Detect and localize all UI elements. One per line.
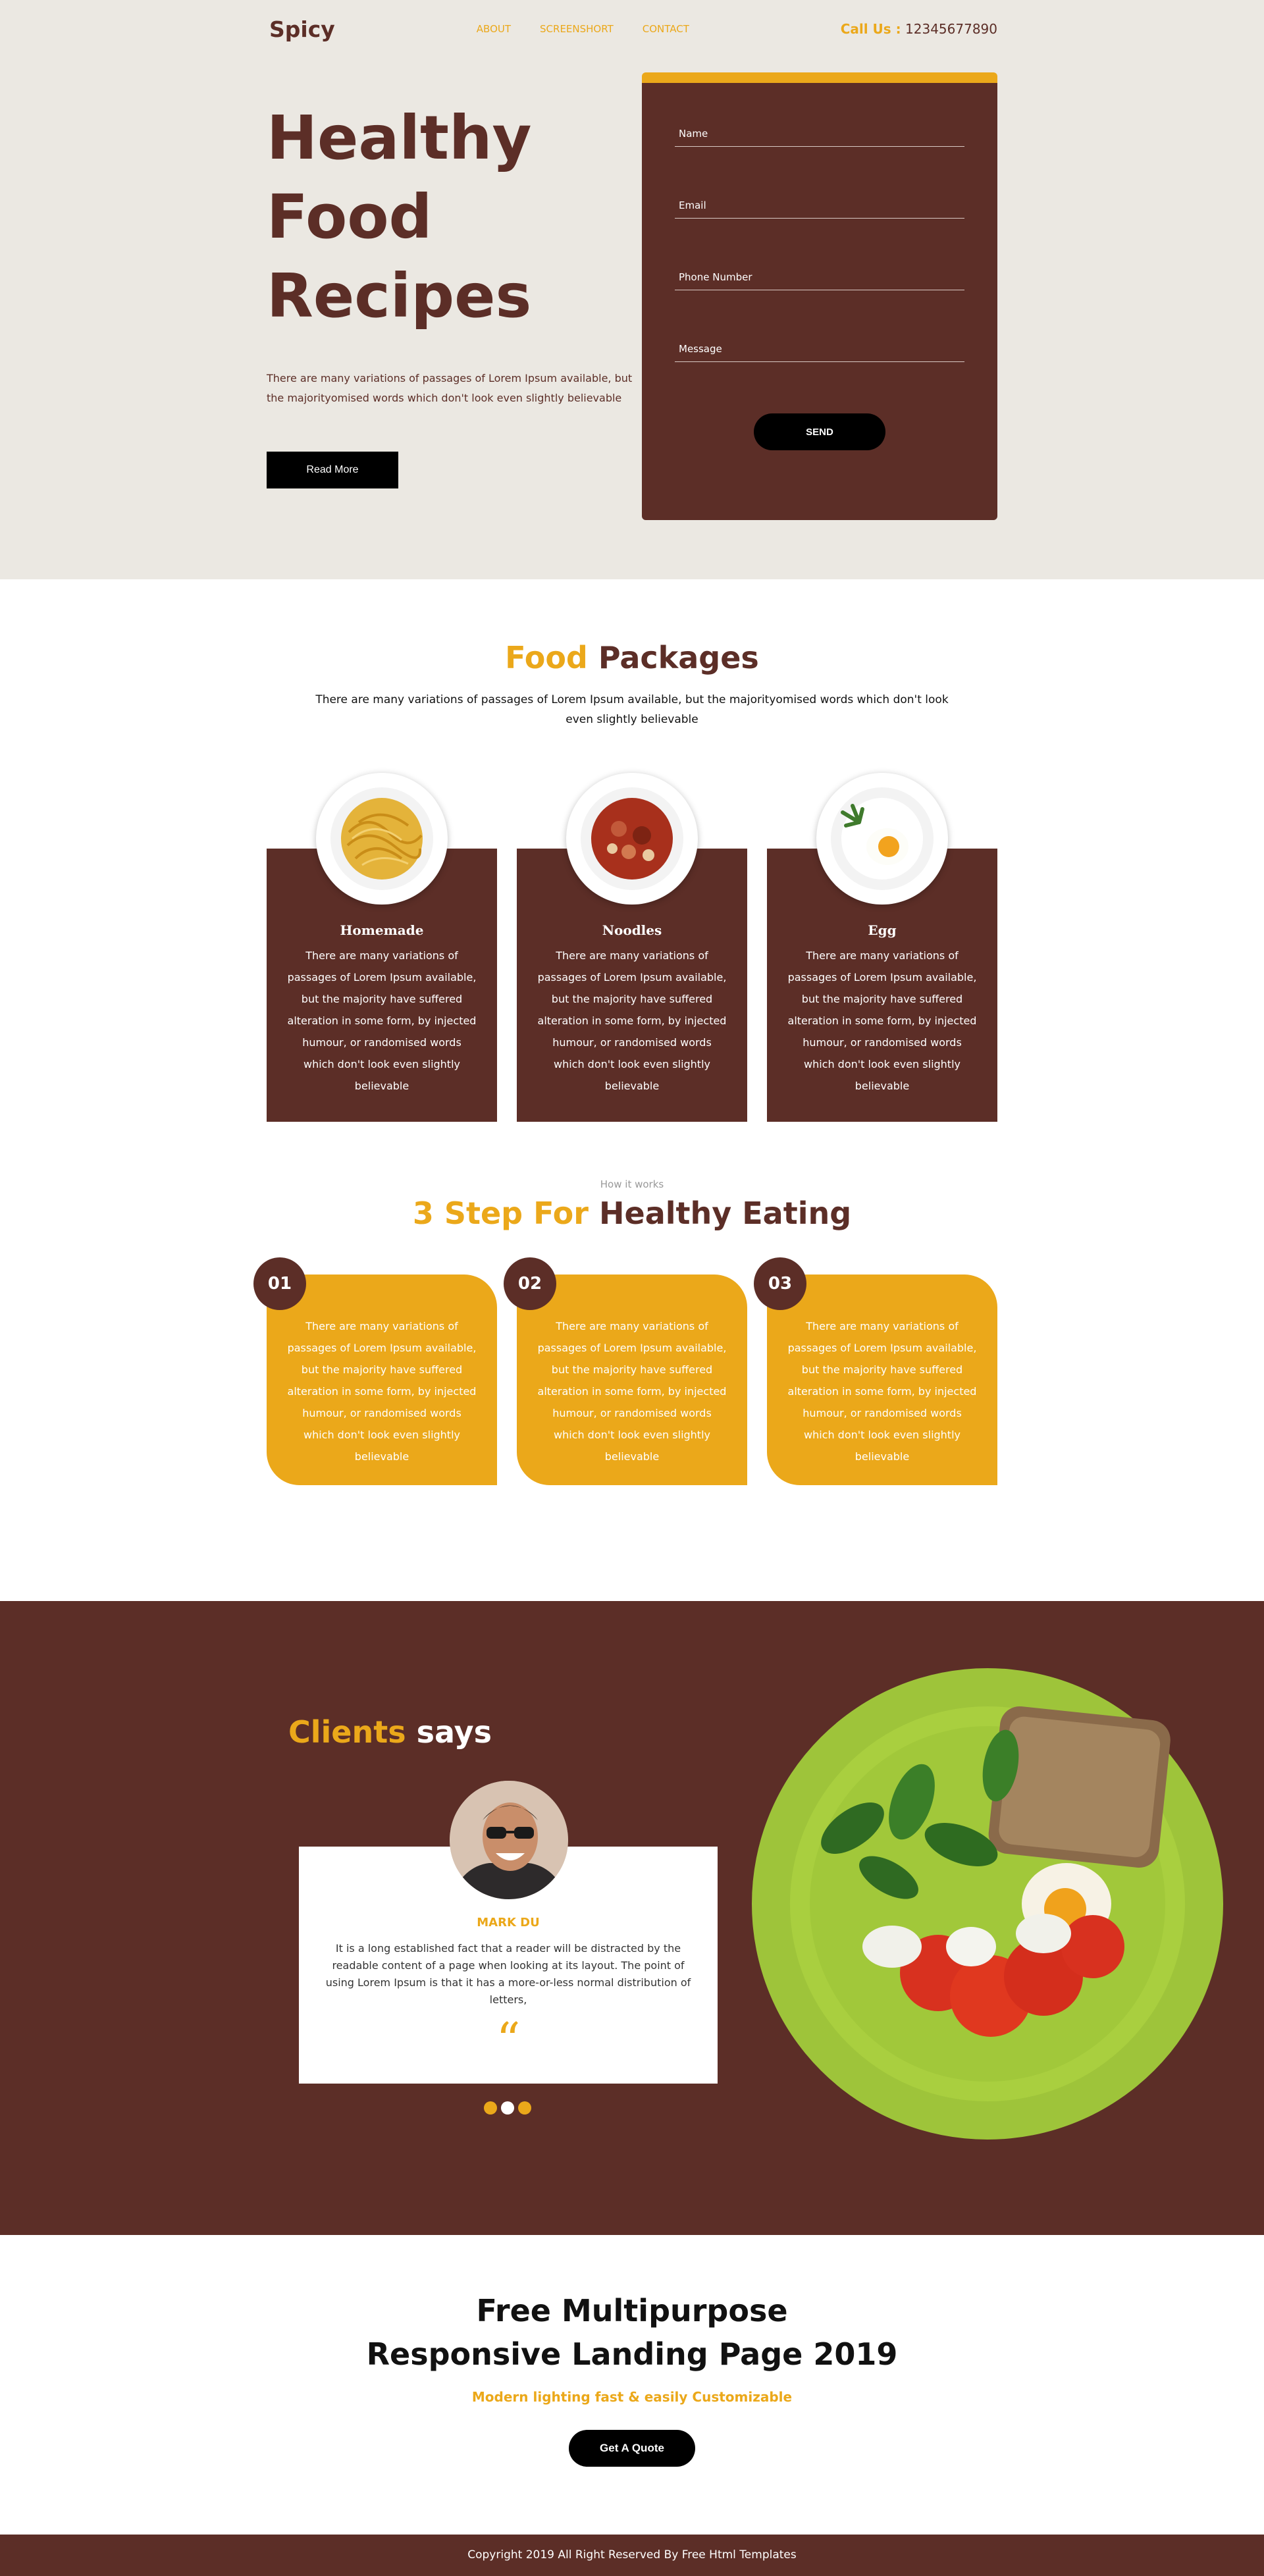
client-name: MARK DU [477, 1916, 540, 1930]
read-more-button[interactable]: Read More [267, 452, 398, 488]
step-card: 03 There are many variations of passages… [754, 1257, 997, 1485]
carousel-dot[interactable] [484, 2101, 497, 2115]
hero-title: Healthy Food Recipes [267, 99, 635, 336]
packages-subtitle: There are many variations of passages of… [315, 693, 949, 726]
hero-title-line: Healthy [267, 103, 532, 173]
package-name: Noodles [602, 922, 662, 938]
call-us: Call Us : 12345677890 [841, 21, 997, 37]
logo[interactable]: Spicy [269, 16, 335, 42]
salad-plate-image [752, 1668, 1223, 2140]
step-text: There are many variations of passages of… [537, 1320, 727, 1463]
step-text: There are many variations of passages of… [287, 1320, 477, 1463]
cta-title: Free Multipurpose Responsive Landing Pag… [0, 2289, 1264, 2376]
footer: Copyright 2019 All Right Reserved By Fre… [0, 2535, 1264, 2576]
package-card[interactable]: Homemade There are many variations of pa… [267, 773, 497, 1122]
nav-link-screenshort[interactable]: SCREENSHORT [540, 23, 614, 35]
packages-section: Food Packages There are many variations … [0, 579, 1264, 1159]
step-text: There are many variations of passages of… [787, 1320, 977, 1463]
quote-icon: “ [496, 2012, 521, 2068]
step-number: 01 [253, 1257, 306, 1310]
noodle-plate-icon [316, 773, 448, 905]
packages-title-accent: Food [505, 640, 588, 675]
package-name: Homemade [340, 922, 424, 938]
name-field[interactable]: Name [675, 128, 964, 147]
clients-title-accent: Clients [288, 1714, 406, 1750]
step-number: 02 [504, 1257, 556, 1310]
clients-section: Clients says MARK DU It is a long establ… [0, 1601, 1264, 2235]
send-button[interactable]: SEND [754, 413, 885, 450]
package-card[interactable]: Noodles There are many variations of pas… [517, 773, 747, 1122]
packages-list: Homemade There are many variations of pa… [267, 773, 997, 1122]
cta-subtitle: Modern lighting fast & easily Customizab… [471, 2389, 793, 2405]
steps-title-rest: Healthy Eating [599, 1196, 852, 1231]
egg-plate-icon [816, 773, 948, 905]
carousel-dots [484, 2101, 531, 2115]
clients-title-rest: says [416, 1714, 492, 1750]
steps-list: 01 There are many variations of passages… [253, 1257, 997, 1485]
hero-title-line: Recipes [267, 261, 532, 331]
get-quote-button[interactable]: Get A Quote [569, 2430, 695, 2467]
top-nav: Spicy ABOUT SCREENSHORT CONTACT Call Us … [267, 0, 997, 58]
package-text: There are many variations of passages of… [287, 949, 477, 1092]
cta-title-line: Responsive Landing Page 2019 [366, 2336, 898, 2372]
package-card[interactable]: Egg There are many variations of passage… [767, 773, 997, 1122]
carousel-dot-active[interactable] [501, 2101, 514, 2115]
package-name: Egg [868, 922, 897, 938]
email-field[interactable]: Email [675, 199, 964, 219]
steps-kicker: How it works [600, 1178, 664, 1190]
steps-title: 3 Step For Healthy Eating [0, 1196, 1264, 1231]
cta-title-line: Free Multipurpose [476, 2293, 788, 2328]
hero-text: There are many variations of passages of… [267, 372, 633, 404]
soup-plate-icon [566, 773, 698, 905]
testimonial-text: It is a long established fact that a rea… [325, 1942, 691, 2006]
contact-form: Name Email Phone Number Message SEND [642, 72, 997, 520]
cta-section: Free Multipurpose Responsive Landing Pag… [0, 2235, 1264, 2535]
phone-field[interactable]: Phone Number [675, 271, 964, 290]
call-us-number[interactable]: 12345677890 [905, 21, 997, 37]
message-field[interactable]: Message [675, 343, 964, 362]
steps-section: How it works 3 Step For Healthy Eating 0… [0, 1159, 1264, 1601]
hero-content: Healthy Food Recipes There are many vari… [267, 99, 635, 488]
steps-title-accent: 3 Step For [412, 1196, 589, 1231]
call-us-label: Call Us : [840, 21, 901, 37]
nav-links: ABOUT SCREENSHORT CONTACT [477, 23, 689, 35]
clients-title: Clients says [288, 1714, 492, 1750]
packages-title-rest: Packages [598, 640, 759, 675]
packages-title: Food Packages [0, 640, 1264, 675]
copyright-text: Copyright 2019 All Right Reserved By Fre… [467, 2548, 797, 2562]
step-card: 02 There are many variations of passages… [504, 1257, 747, 1485]
step-card: 01 There are many variations of passages… [253, 1257, 497, 1485]
carousel-dot[interactable] [518, 2101, 531, 2115]
nav-link-contact[interactable]: CONTACT [643, 23, 689, 35]
package-text: There are many variations of passages of… [537, 949, 727, 1092]
hero-section: Spicy ABOUT SCREENSHORT CONTACT Call Us … [0, 0, 1264, 579]
package-text: There are many variations of passages of… [787, 949, 977, 1092]
step-number: 03 [754, 1257, 806, 1310]
hero-title-line: Food [267, 182, 433, 252]
avatar [450, 1781, 568, 1899]
nav-link-about[interactable]: ABOUT [477, 23, 511, 35]
